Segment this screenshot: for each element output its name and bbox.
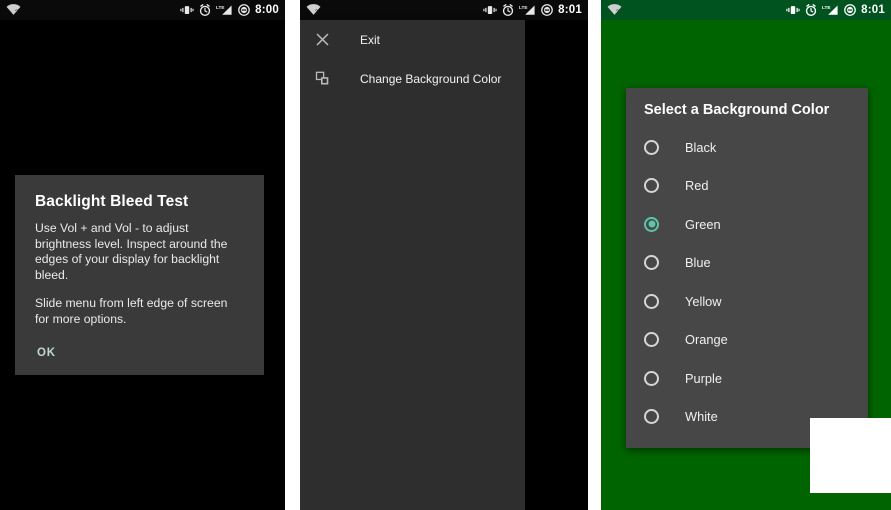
status-bar: ?	[0, 0, 285, 20]
menu-item-change-background-color[interactable]: Change Background Color	[300, 59, 525, 98]
radio-option-label: Orange	[685, 332, 728, 348]
radio-option-label: Red	[685, 178, 709, 194]
radio-option-label: White	[685, 409, 718, 425]
radio-circle-icon	[644, 370, 659, 386]
radio-circle-icon	[644, 255, 659, 271]
vibrate-icon	[483, 4, 497, 16]
lte-signal-icon: LTE	[519, 4, 536, 16]
dialog-title: Select a Background Color	[644, 102, 830, 118]
svg-text:?: ?	[616, 9, 620, 16]
status-bar-clock: 8:01	[558, 4, 582, 16]
wifi-no-internet-icon: ?	[607, 4, 622, 16]
radio-option-red[interactable]: Red	[626, 167, 868, 206]
do-not-disturb-icon	[541, 4, 554, 16]
wifi-no-internet-icon: ?	[306, 4, 321, 16]
status-bar-right: LTE 8:01	[483, 4, 582, 16]
svg-text:?: ?	[15, 9, 19, 16]
radio-circle-icon	[644, 139, 659, 155]
radio-option-label: Purple	[685, 370, 722, 386]
radio-option-orange[interactable]: Orange	[626, 321, 868, 360]
svg-text:LTE: LTE	[822, 5, 831, 11]
screenshot-stage: ? LTE 8:00 Backlight Bleed Test Use Vol …	[0, 0, 891, 510]
close-x-icon	[315, 32, 341, 47]
status-bar-right: LTE 8:00	[180, 4, 279, 16]
vibrate-icon	[180, 4, 194, 16]
ok-button[interactable]: OK	[35, 345, 58, 361]
lte-signal-icon: LTE	[822, 4, 839, 16]
radio-option-blue[interactable]: Blue	[626, 244, 868, 283]
status-bar-clock: 8:01	[861, 4, 885, 16]
menu-item-label: Exit	[360, 32, 381, 47]
backlight-bleed-dialog: Backlight Bleed Test Use Vol + and Vol -…	[15, 175, 264, 375]
radio-option-black[interactable]: Black	[626, 128, 868, 167]
svg-text:LTE: LTE	[216, 5, 225, 11]
dialog-paragraph-1: Use Vol + and Vol - to adjust brightness…	[35, 221, 228, 282]
alarm-icon	[502, 4, 514, 16]
navigation-drawer: Exit Change Background Color	[300, 20, 525, 510]
vibrate-icon	[786, 4, 800, 16]
radio-circle-icon	[644, 293, 659, 309]
radio-circle-icon	[644, 409, 659, 425]
status-bar-right: LTE 8:01	[786, 4, 885, 16]
alarm-icon	[805, 4, 817, 16]
alarm-icon	[199, 4, 211, 16]
status-bar: ?	[300, 0, 588, 20]
radio-option-label: Blue	[685, 255, 711, 271]
layers-copy-icon	[315, 71, 341, 86]
radio-option-label: Black	[685, 139, 717, 155]
white-rectangle-overlay	[810, 418, 891, 493]
status-bar-left: ?	[306, 4, 321, 16]
status-bar-clock: 8:00	[255, 4, 279, 16]
status-bar: ?	[601, 0, 891, 20]
status-bar-left: ?	[6, 4, 21, 16]
dialog-actions: OK	[35, 343, 244, 361]
do-not-disturb-icon	[844, 4, 857, 16]
radio-option-yellow[interactable]: Yellow	[626, 282, 868, 321]
dialog-title: Backlight Bleed Test	[35, 193, 189, 210]
radio-circle-icon	[644, 178, 659, 194]
wifi-no-internet-icon: ?	[6, 4, 21, 16]
radio-option-green[interactable]: Green	[626, 205, 868, 244]
menu-item-label: Change Background Color	[360, 71, 502, 86]
radio-circle-icon	[644, 332, 659, 348]
do-not-disturb-icon	[238, 4, 251, 16]
radio-option-label: Green	[685, 216, 721, 232]
radio-option-label: Yellow	[685, 293, 722, 309]
svg-text:?: ?	[315, 9, 319, 16]
radio-option-purple[interactable]: Purple	[626, 359, 868, 398]
radio-circle-selected-icon	[644, 216, 659, 232]
lte-signal-icon: LTE	[216, 4, 233, 16]
backlight-bleed-test-screen: ? LTE 8:00 Backlight Bleed Test Use Vol …	[0, 0, 285, 510]
dialog-paragraph-2: Slide menu from left edge of screen for …	[35, 296, 228, 326]
svg-text:LTE: LTE	[519, 5, 528, 11]
menu-item-exit[interactable]: Exit	[300, 20, 525, 59]
navigation-drawer-screen: ? LTE 8:01 Exit Change Background Color	[300, 0, 588, 510]
color-picker-dialog: Select a Background Color Black Red Gree…	[626, 88, 868, 448]
status-bar-left: ?	[607, 4, 622, 16]
